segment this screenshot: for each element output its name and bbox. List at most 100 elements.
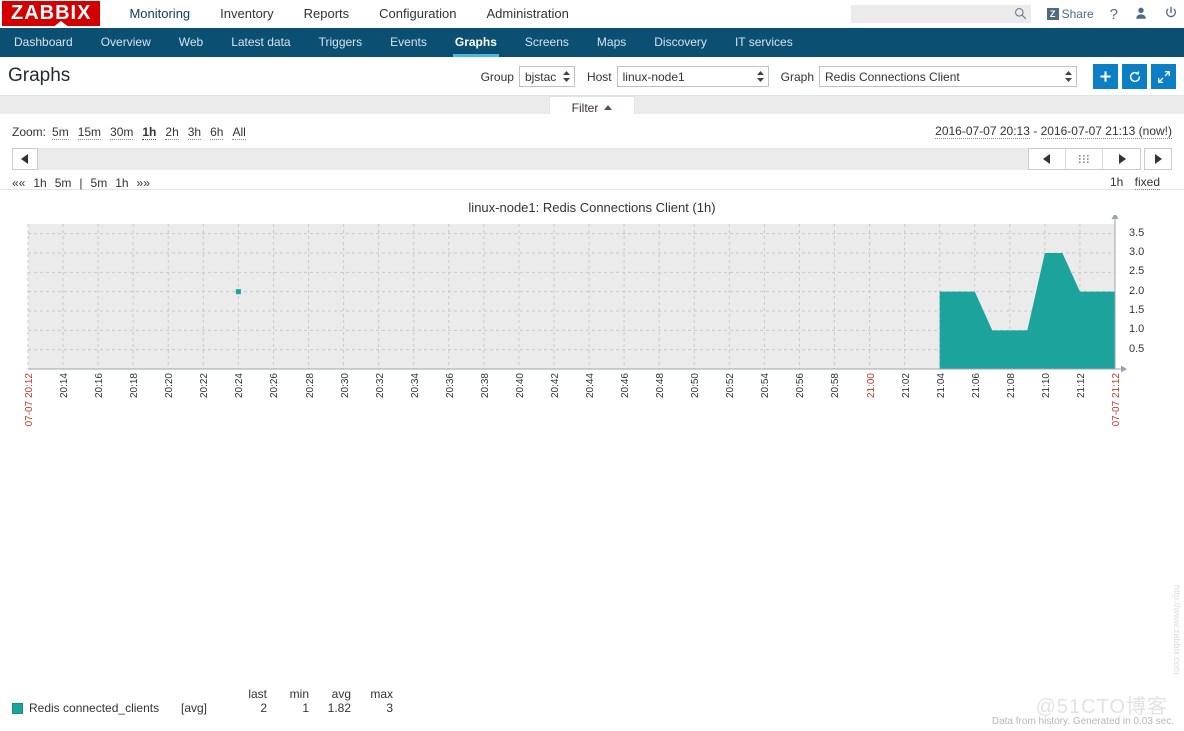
y-axis-tick-label: 3.0 <box>1129 246 1144 258</box>
y-axis-tick-label: 1.5 <box>1129 304 1144 316</box>
sidebar-item-graphs[interactable]: Graphs <box>441 28 511 57</box>
legend-header-row: last min avg max <box>12 687 401 701</box>
host-select[interactable]: linux-node1 <box>617 66 769 87</box>
add-graph-button[interactable] <box>1093 64 1118 89</box>
x-axis-arrow-icon <box>1121 366 1127 373</box>
legend-header-last: last <box>233 687 275 701</box>
sidebar-item-overview[interactable]: Overview <box>87 28 165 57</box>
legend-color-swatch <box>12 703 23 714</box>
y-axis-arrow-icon <box>1112 215 1119 219</box>
triangle-right-icon <box>1118 154 1126 164</box>
x-axis-tick-label: 20:26 <box>269 373 280 398</box>
page-title: Graphs <box>8 65 70 87</box>
zoom-option-all[interactable]: All <box>232 125 245 140</box>
x-axis-tick-label: 20:22 <box>199 373 210 398</box>
graph-plot[interactable] <box>0 215 1184 375</box>
drag-dots-icon <box>1079 155 1090 164</box>
date-range-display: 2016-07-07 20:13 - 2016-07-07 21:13 (now… <box>935 124 1172 138</box>
chevron-updown-icon <box>563 71 570 82</box>
sidebar-item-triggers[interactable]: Triggers <box>305 28 377 57</box>
main-menu-item-monitoring[interactable]: Monitoring <box>114 0 205 28</box>
legend-row-redis-connected-clients[interactable]: Redis connected_clients [avg] 2 1 1.82 3 <box>12 701 401 715</box>
nav-last-button[interactable]: »» <box>137 176 150 190</box>
header-right-controls: Z Share ? <box>851 0 1178 28</box>
user-profile-button[interactable] <box>1134 6 1148 23</box>
x-axis-tick-label: 21:02 <box>901 373 912 398</box>
period-value: 1h <box>1110 175 1123 189</box>
main-menu: Monitoring Inventory Reports Configurati… <box>114 0 583 28</box>
x-axis-tick-label: 20:18 <box>129 373 140 398</box>
page-title-row: Graphs Group bjstack Host linux-node1 Gr… <box>0 57 1184 96</box>
slider-drag-handle[interactable] <box>1066 149 1103 169</box>
share-button[interactable]: Z Share <box>1047 7 1094 21</box>
x-axis-tick-label: 20:46 <box>620 373 631 398</box>
fullscreen-button[interactable] <box>1151 64 1176 89</box>
search-icon[interactable] <box>1014 7 1027 23</box>
x-axis-tick-label: 07-07 20:12 <box>24 373 35 426</box>
range-to[interactable]: 2016-07-07 21:13 (now!) <box>1041 124 1172 139</box>
nav-forward-1h[interactable]: 1h <box>115 176 128 191</box>
sidebar-item-events[interactable]: Events <box>376 28 441 57</box>
refresh-button[interactable] <box>1122 64 1147 89</box>
graph-select-value: Redis Connections Client <box>825 70 1059 84</box>
main-menu-item-configuration[interactable]: Configuration <box>364 0 471 28</box>
x-axis-tick-label: 21:08 <box>1006 373 1017 398</box>
sidebar-item-maps[interactable]: Maps <box>583 28 640 57</box>
main-menu-item-reports[interactable]: Reports <box>289 0 365 28</box>
legend-aggregation: [avg] <box>181 701 233 715</box>
zoom-option-6h[interactable]: 6h <box>210 125 223 140</box>
y-axis-tick-label: 1.0 <box>1129 323 1144 335</box>
range-from[interactable]: 2016-07-07 20:13 <box>935 124 1030 139</box>
x-axis-tick-label: 20:24 <box>234 373 245 398</box>
host-select-value: linux-node1 <box>623 70 751 84</box>
x-axis-tick-label: 20:20 <box>164 373 175 398</box>
sidebar-item-web[interactable]: Web <box>165 28 217 57</box>
fixed-toggle[interactable]: fixed <box>1135 175 1160 190</box>
zoom-option-15m[interactable]: 15m <box>78 125 101 140</box>
y-axis-tick-label: 0.5 <box>1129 343 1144 355</box>
nav-first-button[interactable]: «« <box>12 176 25 190</box>
slider-scroll-right-button[interactable] <box>1145 149 1171 169</box>
main-menu-item-inventory[interactable]: Inventory <box>205 0 288 28</box>
sidebar-item-dashboard[interactable]: Dashboard <box>0 28 87 57</box>
time-slider-track[interactable] <box>38 148 1028 170</box>
x-axis-tick-label: 20:16 <box>94 373 105 398</box>
x-axis-tick-label: 07-07 21:12 <box>1111 373 1122 426</box>
triangle-right-icon <box>1154 154 1162 164</box>
group-select[interactable]: bjstack <box>519 66 575 87</box>
period-fixed-display: 1h fixed <box>1110 175 1160 189</box>
zoom-option-30m[interactable]: 30m <box>110 125 133 140</box>
fullscreen-icon <box>1157 70 1171 84</box>
x-axis-tick-label: 20:52 <box>725 373 736 398</box>
main-menu-item-administration[interactable]: Administration <box>472 0 584 28</box>
slider-handle-left-button[interactable] <box>1029 149 1066 169</box>
slider-handle-right-button[interactable] <box>1103 149 1140 169</box>
slider-scroll-left-button[interactable] <box>12 148 38 170</box>
sidebar-item-screens[interactable]: Screens <box>511 28 583 57</box>
x-axis-tick-label: 21:04 <box>936 373 947 398</box>
legend-value-last: 2 <box>233 701 275 715</box>
nav-back-5m[interactable]: 5m <box>55 176 72 191</box>
sidebar-item-discovery[interactable]: Discovery <box>640 28 721 57</box>
nav-back-1h[interactable]: 1h <box>33 176 46 191</box>
graph-container: linux-node1: Redis Connections Client (1… <box>0 190 1184 731</box>
x-axis-tick-label: 20:38 <box>480 373 491 398</box>
sidebar-item-latest-data[interactable]: Latest data <box>217 28 304 57</box>
nav-forward-5m[interactable]: 5m <box>91 176 108 191</box>
zoom-option-2h[interactable]: 2h <box>165 125 178 140</box>
logout-button[interactable] <box>1164 6 1178 23</box>
help-button[interactable]: ? <box>1110 6 1118 23</box>
zoom-option-1h[interactable]: 1h <box>142 125 156 140</box>
sidebar-item-it-services[interactable]: IT services <box>721 28 807 57</box>
range-separator: - <box>1033 124 1037 138</box>
zoom-option-3h[interactable]: 3h <box>188 125 201 140</box>
chevron-updown-icon <box>1065 71 1072 82</box>
legend-value-min: 1 <box>275 701 317 715</box>
search-input[interactable] <box>851 6 1009 22</box>
graph-selector-controls: Group bjstack Host linux-node1 Graph Red… <box>481 57 1176 96</box>
active-menu-pointer-icon <box>52 21 70 28</box>
graph-select[interactable]: Redis Connections Client <box>819 66 1077 87</box>
search-box[interactable] <box>851 5 1031 23</box>
x-axis-tick-label: 20:44 <box>585 373 596 398</box>
zoom-option-5m[interactable]: 5m <box>52 125 69 140</box>
